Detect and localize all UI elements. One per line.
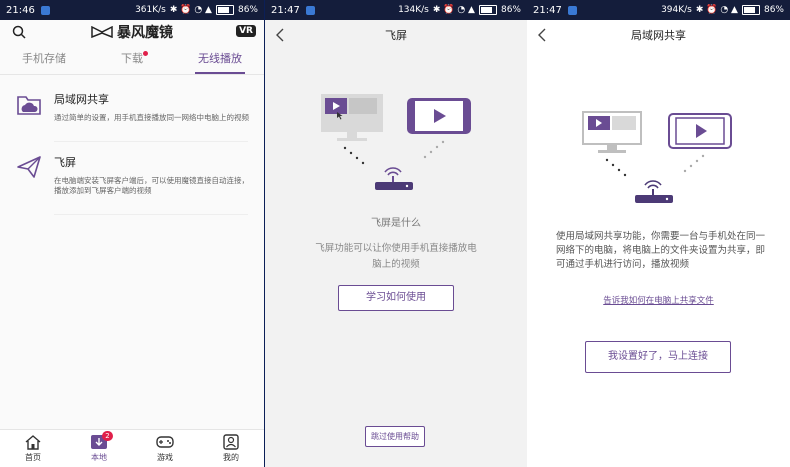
status-bar: 21:47 394K/s ✱ ⏰ ◔ ▲ 86% [527,0,790,20]
brand-name: 暴风魔镜 [117,25,173,41]
tab-label: 下载 [121,52,143,65]
nav-label: 首页 [25,453,41,462]
home-icon [25,435,41,450]
phone-screen-home: 21:46 361K/s ✱ ⏰ ◔ ▲ 86% 暴风魔镜 VR 手机存储 下载… [0,0,264,467]
notification-app-icon [305,5,315,15]
vr-button[interactable]: VR [236,25,256,37]
learn-how-button[interactable]: 学习如何使用 [338,285,454,311]
nav-item-local[interactable]: 2 本地 [66,430,132,467]
signal-icons: ✱ ⏰ ◔ ▲ [432,5,475,15]
nav-item-games[interactable]: 游戏 [132,430,198,467]
nav-label: 本地 [91,453,107,462]
divider [54,214,248,215]
battery-icon [478,5,497,15]
signal-icons: ✱ ⏰ ◔ ▲ [169,5,212,15]
battery-level: 86% [763,5,784,15]
status-bar: 21:46 361K/s ✱ ⏰ ◔ ▲ 86% [0,0,264,20]
back-arrow-icon[interactable] [535,26,549,44]
page-title: 局域网共享 [631,29,686,42]
tab-phone-storage[interactable]: 手机存储 [0,44,88,74]
battery-level: 86% [237,5,258,15]
gamepad-icon [156,436,174,448]
nav-item-me[interactable]: 我的 [198,430,264,467]
notification-app-icon [567,5,577,15]
tab-bar: 手机存储 下载 无线播放 [0,44,264,75]
phone-screen-lan-share: 21:47 394K/s ✱ ⏰ ◔ ▲ 86% 局域网共享 使用局域网共享功能… [527,0,790,467]
notification-count-badge: 2 [102,431,113,441]
item-description: 在电脑端安装飞屏客户端后，可以使用魔镜直接自动连接，播放添加到飞屏客户端的视频 [54,176,249,195]
app-logo: 暴风魔镜 [91,22,173,42]
network-speed: 361K/s [135,5,166,15]
nav-item-home[interactable]: 首页 [0,430,66,467]
tab-label: 手机存储 [22,52,66,65]
item-title: 局域网共享 [54,93,109,106]
section-heading: 飞屏是什么 [371,218,421,229]
nav-label: 游戏 [157,453,173,462]
item-description: 通过简单的设置，用手机直接播放同一网络中电脑上的视频 [54,113,249,122]
list-item-lan-share[interactable]: 局域网共享 通过简单的设置，用手机直接播放同一网络中电脑上的视频 [0,77,264,135]
app-header: 暴风魔镜 VR [0,20,264,44]
description-text: 飞屏功能可以让你使用手机直接播放电脑上的视频 [315,243,477,270]
search-icon[interactable] [12,25,26,39]
pc-phone-router-illustration [321,94,471,190]
network-speed: 394K/s [661,5,692,15]
nav-label: 我的 [223,453,239,462]
new-dot-badge [142,51,148,56]
user-icon [223,434,239,450]
pc-phone-router-illustration [582,111,732,203]
battery-icon [741,5,760,15]
status-time: 21:47 [271,4,300,16]
bottom-navigation: 首页 2 本地 游戏 我的 [0,429,264,467]
description-text: 使用局域网共享功能，你需要一台与手机处在同一网络下的电脑，将电脑上的文件夹设置为… [556,231,766,270]
paper-plane-icon [17,156,41,178]
battery-level: 86% [500,5,521,15]
status-time: 21:47 [533,4,562,16]
back-arrow-icon[interactable] [273,26,287,44]
tab-download[interactable]: 下载 [88,44,176,74]
title-bar: 局域网共享 [527,20,790,50]
title-bar: 飞屏 [265,20,527,50]
item-title: 飞屏 [54,156,76,169]
connect-now-button[interactable]: 我设置好了，马上连接 [585,341,731,373]
phone-screen-fly-screen: 21:47 134K/s ✱ ⏰ ◔ ▲ 86% 飞屏 飞屏是什么 飞屏功能可以… [265,0,527,467]
skip-help-button[interactable]: 跳过使用帮助 [365,426,425,447]
tab-wireless-play[interactable]: 无线播放 [176,44,264,74]
tab-label: 无线播放 [198,52,242,65]
battery-icon [215,5,234,15]
network-speed: 134K/s [398,5,429,15]
notification-app-icon [40,5,50,15]
signal-icons: ✱ ⏰ ◔ ▲ [695,5,738,15]
folder-cloud-icon [17,96,41,115]
logo-mark-icon [91,26,113,38]
status-bar: 21:47 134K/s ✱ ⏰ ◔ ▲ 86% [265,0,527,20]
how-to-share-link[interactable]: 告诉我如何在电脑上共享文件 [527,294,790,306]
status-time: 21:46 [6,4,35,16]
list-item-fly-screen[interactable]: 飞屏 在电脑端安装飞屏客户端后，可以使用魔镜直接自动连接，播放添加到飞屏客户端的… [0,142,264,208]
page-title: 飞屏 [385,29,407,42]
